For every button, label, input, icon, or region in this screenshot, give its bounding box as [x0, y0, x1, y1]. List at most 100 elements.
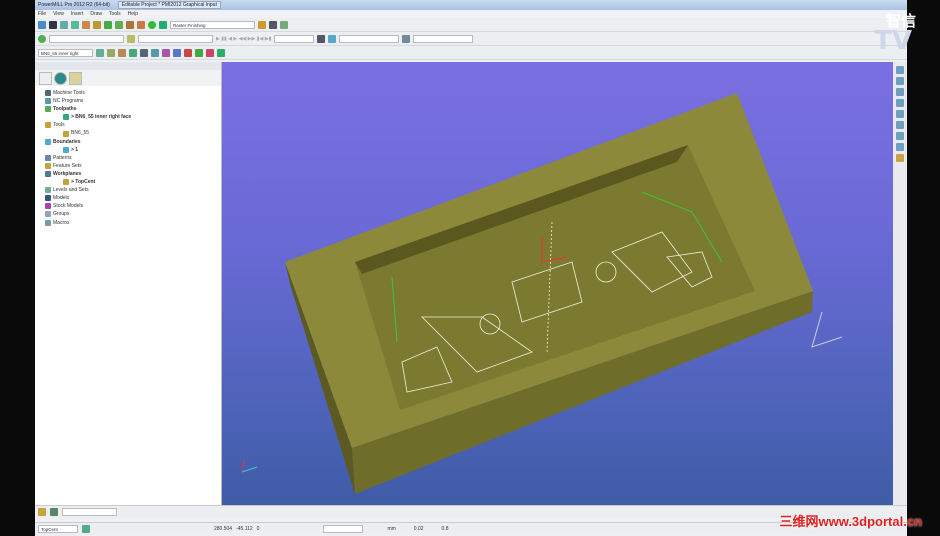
tree-item-icon — [45, 195, 51, 202]
tree-item[interactable]: Tools — [41, 121, 215, 129]
title-bar: PowerMILL Pro 2012 R2 (64-bit) Editable … — [35, 0, 907, 10]
tree-item[interactable]: Boundaries — [41, 138, 215, 146]
strategy-select[interactable]: Raster Finishing — [170, 20, 255, 29]
tree-item[interactable]: > TopCent — [41, 178, 215, 186]
playback-controls[interactable]: ▶ ▮▮ ◀ ▶ ◀◀ ▶▶ ▮◀ ▶▮ — [216, 36, 271, 42]
leads-icon[interactable] — [104, 20, 112, 29]
tolerance[interactable]: 0.02 — [414, 526, 424, 532]
menu-help[interactable]: Help — [128, 11, 138, 17]
tree-item[interactable]: Feature Sets — [41, 162, 215, 170]
viewmill-select[interactable] — [339, 34, 400, 43]
tree-item-label: Workplanes — [53, 170, 82, 177]
menu-file[interactable]: File — [38, 11, 46, 17]
viewmill-icon[interactable] — [328, 34, 337, 43]
explorer-tab-icon[interactable] — [39, 72, 52, 85]
setup-icon[interactable] — [280, 20, 288, 29]
project-tab[interactable]: Editable Project * PMI2012 Graphical Inp… — [117, 1, 221, 9]
toolpath-select[interactable]: BN6_55 inner right — [38, 48, 93, 57]
tree-item[interactable]: Levels and Sets — [41, 186, 215, 194]
menu-view[interactable]: View — [53, 11, 64, 17]
rapid-icon[interactable] — [93, 20, 101, 29]
workplane-icon[interactable] — [82, 525, 90, 533]
menu-insert[interactable]: Insert — [71, 11, 84, 17]
speed-slider[interactable] — [274, 34, 315, 43]
grid-icon[interactable] — [184, 48, 192, 57]
zoom-out-icon[interactable] — [896, 121, 904, 129]
draw-icon[interactable] — [195, 48, 203, 57]
tool-select[interactable] — [62, 508, 117, 516]
nc-icon[interactable] — [269, 20, 277, 29]
menu-draw[interactable]: Draw — [90, 11, 102, 17]
tree-item-icon — [63, 130, 69, 137]
toolpath-icon[interactable] — [126, 20, 134, 29]
block-icon[interactable] — [60, 20, 68, 29]
tree-item[interactable]: Patterns — [41, 154, 215, 162]
tool-sim-icon[interactable] — [127, 34, 135, 43]
zoom-in-icon[interactable] — [896, 110, 904, 118]
view-top-icon[interactable] — [896, 66, 904, 74]
tool-holder-icon[interactable] — [50, 508, 58, 516]
menu-tools[interactable]: Tools — [109, 11, 121, 17]
tree-item[interactable]: NC Programs — [41, 97, 215, 105]
units: mm — [387, 526, 396, 532]
zoom-fit-icon[interactable] — [896, 132, 904, 140]
tree-item[interactable]: > BN6_55 inner right face — [41, 113, 215, 121]
iso-view-icon[interactable] — [173, 48, 181, 57]
graphics-viewport[interactable] — [222, 62, 893, 505]
tree-item-label: Machine Tools — [53, 90, 85, 96]
measure-icon[interactable] — [217, 48, 225, 57]
limit-icon[interactable] — [107, 48, 115, 57]
tool-icon[interactable] — [38, 508, 46, 516]
simulation-icon[interactable] — [38, 34, 46, 43]
input-field[interactable] — [323, 525, 364, 533]
split-icon[interactable] — [129, 48, 137, 57]
view-iso-icon[interactable] — [896, 99, 904, 107]
verify-icon[interactable] — [137, 20, 145, 29]
shade-icon[interactable] — [896, 143, 904, 151]
tree-item[interactable]: Macros — [41, 219, 215, 227]
merge-icon[interactable] — [140, 48, 148, 57]
explorer-panel: Machine Tools NC Programs Toolpaths > BN6_5… — [35, 62, 222, 505]
save-icon[interactable] — [49, 20, 57, 29]
tree-item[interactable]: BN6_55 — [41, 129, 215, 137]
colour-icon[interactable] — [206, 48, 214, 57]
view-front-icon[interactable] — [896, 77, 904, 85]
stepover[interactable]: 0.8 — [442, 526, 449, 532]
tool-icon[interactable] — [71, 20, 79, 29]
edit-icon[interactable] — [96, 48, 104, 57]
simulation-entity-select[interactable] — [49, 34, 124, 43]
strategy-icon[interactable] — [159, 20, 167, 29]
tree-item[interactable]: Groups — [41, 210, 215, 218]
coord-z: 0 — [256, 526, 260, 532]
tree-item-icon — [45, 122, 51, 129]
reorder-icon[interactable] — [118, 48, 126, 57]
stock-icon[interactable] — [896, 154, 904, 162]
tree-item[interactable]: Workplanes — [41, 170, 215, 178]
view-icon[interactable] — [162, 48, 170, 57]
tree-item[interactable]: > 1 — [41, 146, 215, 154]
coord-y: -45.112 — [236, 526, 253, 532]
simulation-tool-select[interactable] — [138, 34, 213, 43]
view-side-icon[interactable] — [896, 88, 904, 96]
tree-item[interactable]: Toolpaths — [41, 105, 215, 113]
html-browser-tab-icon[interactable] — [54, 72, 67, 85]
toolbox-tab-icon[interactable] — [69, 72, 82, 85]
calculate-icon[interactable] — [148, 20, 156, 29]
tree-item[interactable]: Machine Tools — [41, 89, 215, 97]
workplane-select[interactable]: TopCent — [38, 525, 78, 533]
feeds-icon[interactable] — [82, 20, 90, 29]
start-point-icon[interactable] — [115, 20, 123, 29]
explorer-tree: Machine Tools NC Programs Toolpaths > BN6_5… — [35, 86, 221, 230]
tree-item[interactable]: Models — [41, 194, 215, 202]
tree-item-icon — [63, 114, 69, 121]
powermill-window: PowerMILL Pro 2012 R2 (64-bit) Editable … — [35, 0, 907, 536]
simulation-toolbar: ▶ ▮▮ ◀ ▶ ◀◀ ▶▶ ▮◀ ▶▮ — [35, 32, 907, 46]
shading-icon[interactable] — [402, 34, 411, 43]
tree-item[interactable]: Stock Models — [41, 202, 215, 210]
program-icon[interactable] — [258, 20, 266, 29]
open-icon[interactable] — [38, 20, 46, 29]
tree-item-label: Patterns — [53, 154, 72, 161]
sim-stop-icon[interactable] — [317, 34, 326, 43]
transform-icon[interactable] — [151, 48, 159, 57]
shading-select[interactable] — [413, 34, 474, 43]
